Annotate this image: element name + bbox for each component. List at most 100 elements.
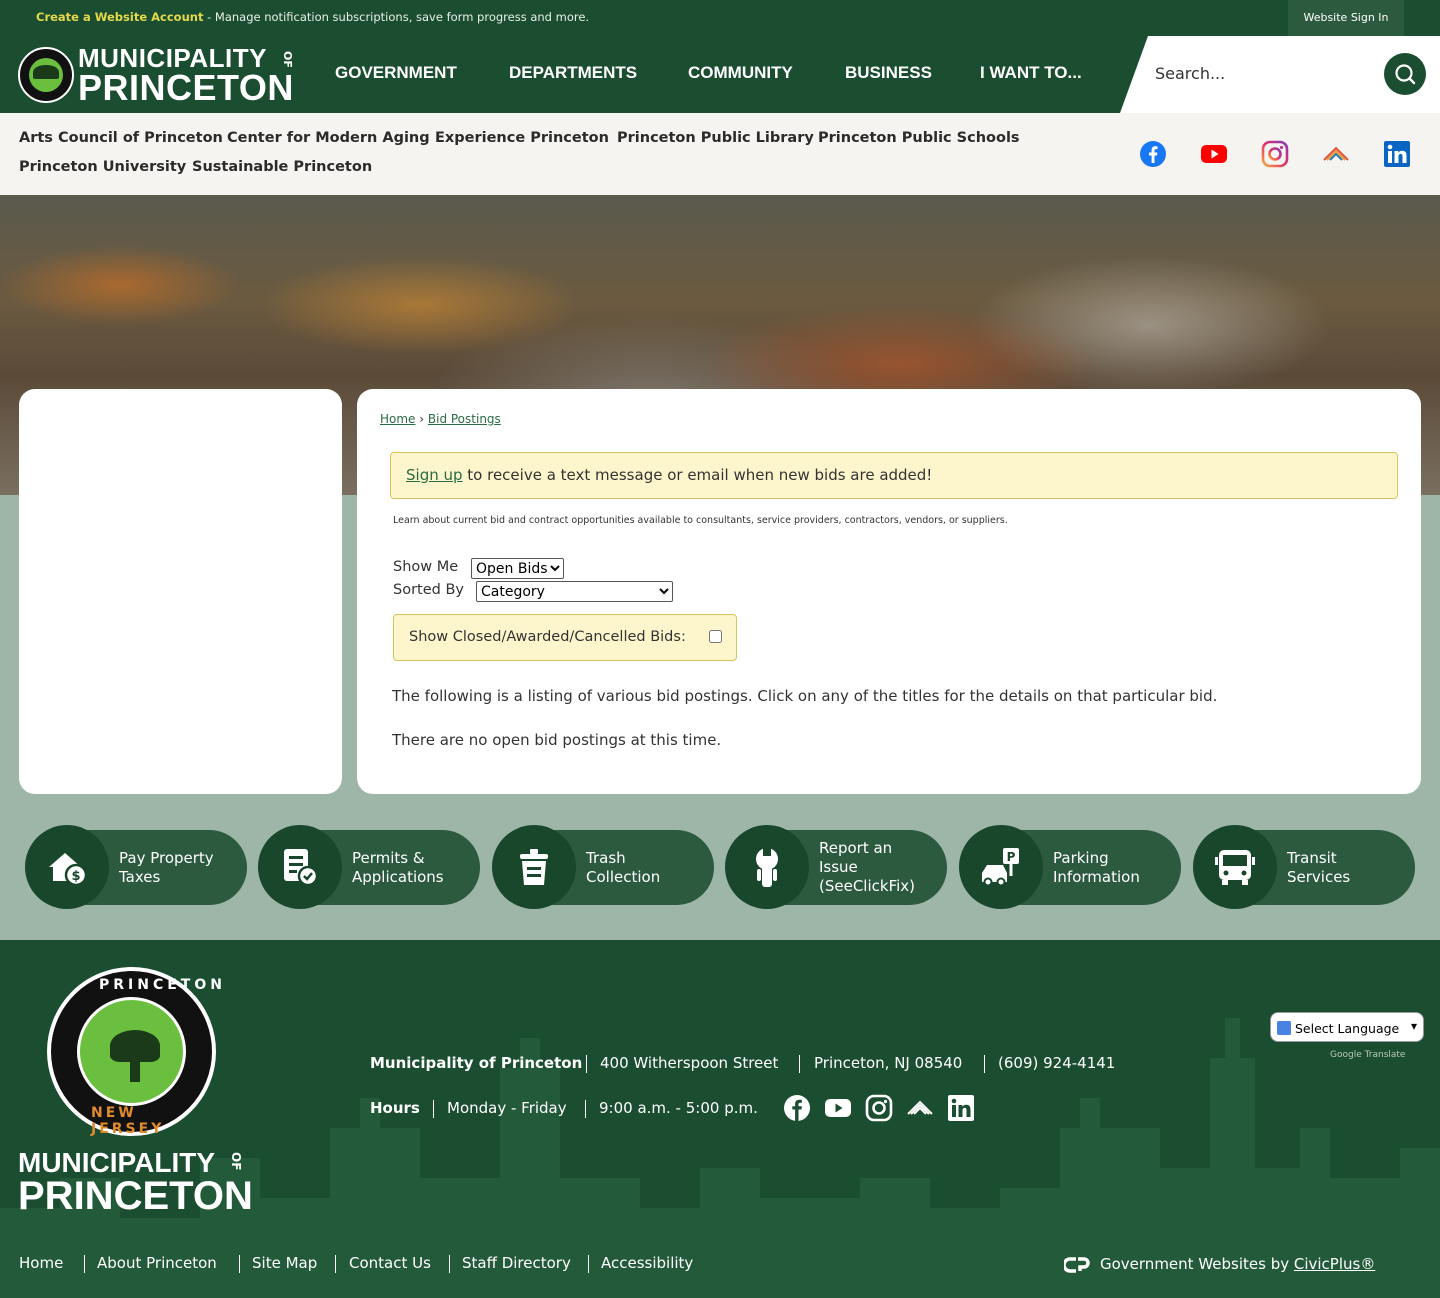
quick-action-trash[interactable]: Trash Collection [492, 825, 714, 909]
google-translate-credit: Google Translate [1330, 1050, 1406, 1060]
site-logo[interactable]: MUNICIPALITY PRINCETON [78, 45, 294, 105]
quick-action-pay-taxes[interactable]: $ Pay Property Taxes [25, 825, 247, 909]
quick-link-arts-council[interactable]: Arts Council of Princeton [19, 130, 223, 146]
quick-action-line: Applications [352, 867, 444, 886]
chevron-down-icon: ▾ [1410, 1019, 1417, 1033]
youtube-icon[interactable] [824, 1094, 852, 1122]
account-message-text: - Manage notification subscriptions, sav… [203, 10, 590, 24]
footer-divider [449, 1255, 450, 1273]
footer-link-staff-directory[interactable]: Staff Directory [462, 1254, 571, 1272]
seal-bottom-text: NEW JERSEY [91, 1105, 165, 1137]
nav-business[interactable]: BUSINESS [845, 63, 932, 83]
nav-community[interactable]: COMMUNITY [688, 63, 793, 83]
search-input[interactable] [1155, 56, 1375, 90]
footer-logo: MUNICIPALITY PRINCETON [18, 1147, 253, 1218]
youtube-icon[interactable] [1200, 140, 1228, 168]
closed-bids-checkbox[interactable] [709, 630, 722, 643]
permit-document-icon [284, 849, 319, 887]
footer-link-home[interactable]: Home [19, 1254, 63, 1272]
facebook-icon[interactable] [783, 1094, 811, 1122]
footer-link-contact[interactable]: Contact Us [349, 1254, 431, 1272]
account-message: Create a Website Account - Manage notifi… [36, 10, 589, 24]
svg-text:P: P [1007, 850, 1016, 864]
show-me-label: Show Me [393, 559, 459, 575]
footer-link-site-map[interactable]: Site Map [252, 1254, 317, 1272]
translate-icon [1277, 1021, 1291, 1035]
quick-link-modern-aging[interactable]: Center for Modern Aging [227, 130, 430, 146]
civicplus-text: Government Websites by [1100, 1255, 1294, 1273]
quick-action-permits[interactable]: Permits & Applications [258, 825, 480, 909]
nav-departments[interactable]: DEPARTMENTS [509, 63, 637, 83]
instagram-icon[interactable] [865, 1094, 893, 1122]
footer-divider [433, 1100, 434, 1118]
nextdoor-icon[interactable] [906, 1094, 934, 1122]
footer-time: 9:00 a.m. - 5:00 p.m. [599, 1099, 758, 1117]
quick-action-line: Trash [586, 848, 626, 867]
quick-action-line: Permits & [352, 848, 425, 867]
parking-car-icon: P [982, 848, 1019, 887]
learn-text: Learn about current bid and contract opp… [393, 515, 1008, 526]
search-button[interactable] [1384, 53, 1426, 95]
house-dollar-icon: $ [49, 853, 88, 887]
quick-action-line: Transit [1287, 848, 1337, 867]
signup-alert-text: to receive a text message or email when … [462, 466, 933, 484]
footer-seal-icon: PRINCETON NEW JERSEY [47, 967, 222, 1137]
logo-seal-icon[interactable] [18, 47, 74, 103]
footer-phone[interactable]: (609) 924-4141 [998, 1054, 1115, 1072]
footer-street: 400 Witherspoon Street [600, 1054, 779, 1072]
footer-divider [984, 1055, 985, 1073]
breadcrumb-home[interactable]: Home [380, 412, 415, 426]
sorted-by-select[interactable]: Category [476, 581, 673, 602]
breadcrumb-bid-postings[interactable]: Bid Postings [428, 412, 501, 426]
quick-action-parking[interactable]: P Parking Information [959, 825, 1181, 909]
sign-in-button[interactable]: Website Sign In [1288, 0, 1404, 36]
wrench-icon [756, 848, 778, 887]
footer-logo-line1: MUNICIPALITY [18, 1147, 216, 1178]
quick-link-university[interactable]: Princeton University [19, 159, 186, 175]
footer-city: Princeton, NJ 08540 [814, 1054, 963, 1072]
quick-link-public-schools[interactable]: Princeton Public Schools [818, 130, 1020, 146]
quick-action-line: Information [1053, 867, 1140, 886]
quick-action-report-issue[interactable]: Report an Issue (SeeClickFix) [725, 825, 947, 909]
facebook-icon[interactable] [1139, 140, 1167, 168]
language-select[interactable]: Select Language ▾ [1270, 1012, 1424, 1042]
footer-divider [585, 1100, 586, 1118]
no-bids-message: There are no open bid postings at this t… [392, 731, 722, 749]
signup-link[interactable]: Sign up [406, 466, 463, 484]
quick-action-line: Issue [819, 858, 858, 876]
create-account-link[interactable]: Create a Website Account [36, 10, 203, 24]
footer-divider [588, 1255, 589, 1273]
nextdoor-icon[interactable] [1322, 140, 1350, 168]
linkedin-icon[interactable] [1383, 140, 1411, 168]
footer-link-about[interactable]: About Princeton [97, 1254, 217, 1272]
sorted-by-label: Sorted By [393, 582, 464, 598]
footer-logo-of: OF [229, 1152, 243, 1171]
listing-description: The following is a listing of various bi… [392, 687, 1218, 705]
footer-logo-line2: PRINCETON [18, 1173, 253, 1218]
quick-action-line: Pay Property [119, 848, 214, 867]
quick-link-experience-princeton[interactable]: Experience Princeton [435, 130, 609, 146]
quick-link-sustainable[interactable]: Sustainable Princeton [192, 159, 372, 175]
seal-top-text: PRINCETON [99, 977, 226, 993]
quick-link-public-library[interactable]: Princeton Public Library [617, 130, 814, 146]
footer-link-accessibility[interactable]: Accessibility [601, 1254, 693, 1272]
footer-org-name: Municipality of Princeton [370, 1054, 582, 1072]
footer-org-label: Municipality of Princeton [370, 1054, 583, 1072]
footer-divider [239, 1255, 240, 1273]
quick-links-bar: Arts Council of Princeton Center for Mod… [0, 113, 1440, 195]
footer-divider [799, 1055, 800, 1073]
quick-action-line: (SeeClickFix) [819, 877, 916, 895]
quick-action-line: Parking [1053, 848, 1109, 867]
footer-hours-text: Hours [370, 1099, 420, 1117]
footer-hours-label: Hours [370, 1099, 420, 1117]
linkedin-icon[interactable] [947, 1094, 975, 1122]
logo-of: OF [281, 51, 294, 68]
svg-text:$: $ [71, 869, 80, 884]
quick-action-transit[interactable]: Transit Services [1193, 825, 1415, 909]
nav-government[interactable]: GOVERNMENT [335, 63, 457, 83]
civicplus-link[interactable]: CivicPlus® [1294, 1255, 1375, 1273]
instagram-icon[interactable] [1261, 140, 1289, 168]
nav-i-want-to[interactable]: I WANT TO... [980, 63, 1082, 83]
show-me-select[interactable]: Open Bids [471, 558, 564, 579]
quick-action-line: Services [1287, 867, 1351, 886]
